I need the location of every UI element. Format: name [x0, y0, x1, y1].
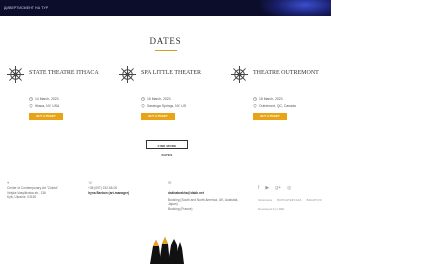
instagram-icon[interactable]: ◎: [287, 185, 291, 191]
event-date-text: 14 March, 2023: [35, 97, 59, 101]
ornament-icon: [230, 65, 249, 84]
right-blank-pane: [331, 0, 427, 266]
manager-name: Iryna Barbon (art-manager): [88, 190, 130, 195]
partner-logos: Ukrainians ВОЛОНТЕРСЬКА ВАКАРЧУК: [258, 198, 322, 202]
social-links: f ▶ g+ ◎: [258, 185, 291, 191]
title-underline: [155, 50, 177, 51]
ornament-icon: [6, 65, 25, 84]
footer-contact: +38 (097) 232-66-00 Iryna Barbon (art-ma…: [88, 186, 129, 195]
partner-logo[interactable]: Ukrainians: [258, 198, 272, 202]
clock-icon: [29, 97, 33, 101]
mail-icon: ✉: [168, 180, 172, 185]
clock-icon: [141, 97, 145, 101]
event-name: THEATRE OUTREMONT: [253, 70, 319, 76]
event-card: SPA LITTLE THEATER 16 March, 2023 Sarato…: [118, 65, 218, 135]
event-location-text: Outremont, QC, Canada: [259, 104, 296, 108]
event-location-text: Saratoga Springs, NY, US: [147, 104, 186, 108]
find-more-dates-button[interactable]: FIND MORE DATES: [146, 140, 188, 157]
event-location: Saratoga Springs, NY, US: [141, 104, 186, 108]
address-line: Center of Contemporary Art "Zolota": [7, 186, 58, 190]
event-date: 18 March, 2023: [253, 97, 283, 101]
event-name: STATE THEATRE ITHACA: [29, 70, 99, 76]
footer-address: Center of Contemporary Art "Zolota" Vely…: [7, 186, 58, 200]
location-pin-icon: [29, 104, 33, 108]
email-link[interactable]: dakhabrakha@dakh.net: [168, 191, 258, 196]
event-location: Outremont, QC, Canada: [253, 104, 296, 108]
phone-icon: ☏: [88, 180, 94, 185]
partner-logo[interactable]: ВОЛОНТЕРСЬКА: [277, 198, 301, 202]
band-figures-logo: [150, 237, 184, 264]
address-line: Kyiv, Ukraine, 03150: [7, 195, 37, 200]
event-card: THEATRE OUTREMONT 18 March, 2023 Outremo…: [230, 65, 330, 135]
partner-logo[interactable]: ВАКАРЧУК: [307, 198, 322, 202]
event-date: 16 March, 2023: [141, 97, 171, 101]
buy-ticket-button[interactable]: BUY A TICKET: [29, 113, 63, 120]
event-location: Ithaca, NY, USA: [29, 104, 59, 108]
booking-line[interactable]: Booking (France): [168, 207, 258, 212]
buy-ticket-button[interactable]: BUY A TICKET: [253, 113, 287, 120]
event-card: STATE THEATRE ITHACA 14 March, 2023 Itha…: [6, 65, 106, 135]
clock-icon: [253, 97, 257, 101]
event-name: SPA LITTLE THEATER: [141, 70, 202, 76]
location-pin-icon: [253, 104, 257, 108]
hero-banner: ДИВЕРТИСМЕНТ НА ТУР: [0, 0, 331, 16]
event-date-text: 18 March, 2023: [259, 97, 283, 101]
developed-by[interactable]: Developed by LIME: [258, 207, 284, 211]
event-location-text: Ithaca, NY, USA: [35, 104, 60, 108]
hero-caption: ДИВЕРТИСМЕНТ НА ТУР: [4, 6, 49, 10]
hero-glow: [260, 0, 331, 16]
buy-ticket-button[interactable]: BUY A TICKET: [141, 113, 175, 120]
ornament-icon: [118, 65, 137, 84]
google-plus-icon[interactable]: g+: [275, 185, 281, 191]
location-pin-icon: ⌖: [7, 180, 10, 185]
event-date-text: 16 March, 2023: [147, 97, 171, 101]
footer-email-block: dakhabrakha@dakh.net Booking (South and …: [168, 191, 258, 211]
youtube-icon[interactable]: ▶: [265, 185, 269, 191]
event-date: 14 March, 2023: [29, 97, 59, 101]
location-pin-icon: [141, 104, 145, 108]
dates-title: DATES: [149, 36, 182, 46]
facebook-icon[interactable]: f: [258, 185, 259, 191]
